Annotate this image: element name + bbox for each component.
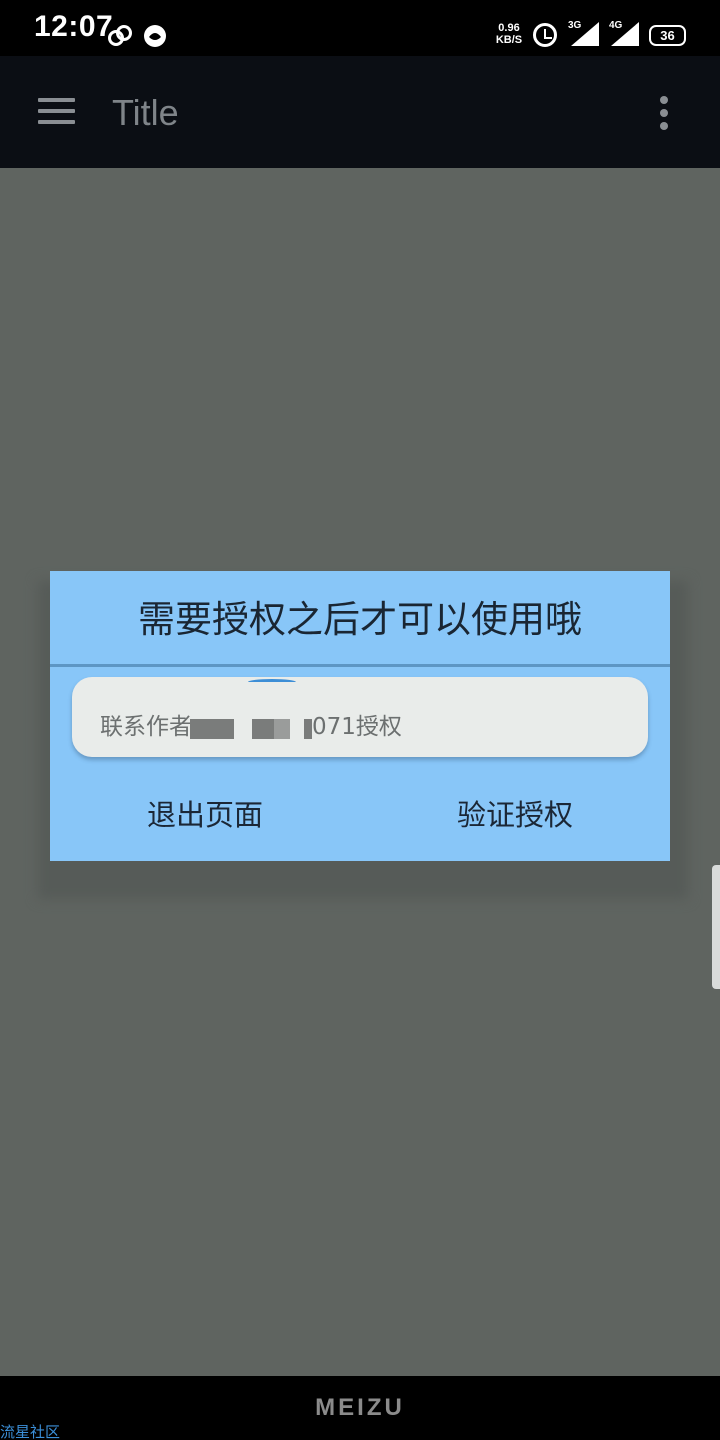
verify-authorization-button[interactable]: 验证授权 [415, 785, 615, 845]
authorization-dialog: 需要授权之后才可以使用哦 联系作者 071授权 退出页面 验证授权 [50, 571, 670, 861]
input-focus-indicator [248, 679, 296, 685]
alarm-icon [533, 23, 557, 47]
hamburger-menu-icon[interactable] [38, 98, 75, 124]
signal-4g-icon [611, 22, 639, 46]
authorization-code-input[interactable]: 联系作者 071授权 [72, 677, 648, 757]
dialog-title: 需要授权之后才可以使用哦 [138, 598, 582, 641]
link-icon [108, 25, 132, 46]
brand-logo: MEIZU [315, 1394, 405, 1421]
app-bar [0, 56, 720, 168]
redacted-block [304, 719, 312, 739]
exit-page-button[interactable]: 退出页面 [105, 785, 305, 845]
network-speed-value: 0.96 [498, 22, 520, 34]
network-speed: 0.96 KB/S [493, 22, 525, 46]
app-title: Title [112, 92, 179, 133]
input-hint-prefix: 联系作者 [100, 714, 192, 740]
more-vert-icon[interactable] [659, 96, 669, 130]
status-bar: 12:07 0.96 KB/S 3G 4G 36 [0, 0, 720, 56]
edge-scroll-handle[interactable] [712, 865, 720, 989]
redacted-block [190, 719, 234, 739]
network-speed-unit: KB/S [495, 34, 523, 46]
signal-3g-icon [571, 22, 599, 46]
battery-icon: 36 [649, 25, 686, 46]
notification-icon [144, 25, 166, 47]
redacted-block [274, 719, 290, 739]
watermark-text: 流星社区 [0, 1423, 61, 1440]
input-hint-suffix: 071授权 [312, 714, 402, 740]
status-time: 12:07 [34, 10, 114, 43]
redacted-block [252, 719, 274, 739]
dialog-divider [50, 664, 670, 667]
